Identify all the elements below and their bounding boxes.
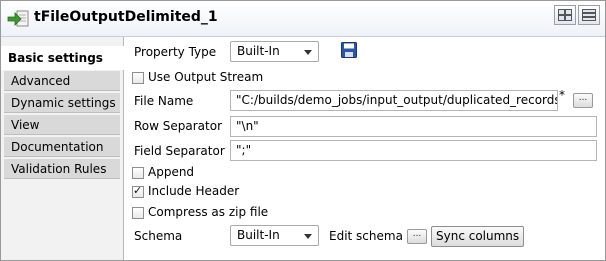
edit-schema-button[interactable]: ... — [407, 229, 427, 244]
compress-zip-label: Compress as zip file — [148, 205, 269, 219]
file-name-label: File Name — [134, 94, 194, 108]
append-label: Append — [148, 165, 195, 179]
browse-file-button[interactable]: ... — [573, 93, 593, 108]
save-disk-icon[interactable] — [341, 42, 357, 58]
file-output-arrow-icon — [7, 10, 29, 27]
row-separator-label: Row Separator — [134, 119, 223, 133]
tab-documentation[interactable]: Documentation — [4, 137, 120, 157]
sync-columns-button[interactable]: Sync columns — [431, 226, 525, 247]
row-separator-input[interactable]: "\n" — [230, 116, 597, 137]
tab-dynamic-settings[interactable]: Dynamic settings — [4, 93, 120, 113]
component-header: tFileOutputDelimited_1 — [1, 1, 605, 37]
layout-list-icon[interactable] — [578, 5, 600, 25]
edit-schema-label: Edit schema — [329, 229, 403, 243]
property-type-label: Property Type — [134, 45, 217, 59]
tab-view[interactable]: View — [4, 115, 120, 135]
file-name-input[interactable]: "C:/builds/demo_jobs/input_output/duplic… — [230, 90, 558, 111]
schema-label: Schema — [134, 229, 183, 243]
settings-tab-list: Basic settings Advanced settings Dynamic… — [1, 37, 124, 260]
field-separator-input[interactable]: ";" — [230, 140, 597, 161]
tab-validation-rules[interactable]: Validation Rules — [4, 159, 120, 179]
schema-select[interactable]: Built-In — [230, 225, 319, 246]
view-toggle-group — [554, 5, 600, 25]
property-type-select[interactable]: Built-In — [230, 41, 319, 62]
compress-zip-checkbox[interactable] — [132, 207, 144, 219]
use-output-stream-checkbox[interactable] — [132, 72, 144, 84]
basic-settings-form: Property Type Built-In Use Output Stream… — [124, 37, 605, 260]
include-header-label: Include Header — [148, 184, 240, 198]
component-title: tFileOutputDelimited_1 — [34, 9, 218, 25]
property-type-value: Built-In — [237, 44, 280, 58]
schema-value: Built-In — [237, 228, 280, 242]
tab-advanced-settings[interactable]: Advanced settings — [4, 71, 120, 108]
use-output-stream-label: Use Output Stream — [148, 70, 264, 84]
chevron-down-icon — [304, 234, 312, 239]
field-separator-label: Field Separator — [134, 144, 225, 158]
layout-grid-icon[interactable] — [554, 5, 576, 25]
component-settings-panel: tFileOutputDelimited_1 Basic settings Ad… — [0, 0, 606, 261]
chevron-down-icon — [304, 50, 312, 55]
tab-basic-settings[interactable]: Basic settings — [1, 46, 124, 70]
include-header-checkbox[interactable] — [132, 184, 144, 198]
append-checkbox[interactable] — [132, 167, 144, 179]
required-marker: * — [559, 88, 565, 102]
